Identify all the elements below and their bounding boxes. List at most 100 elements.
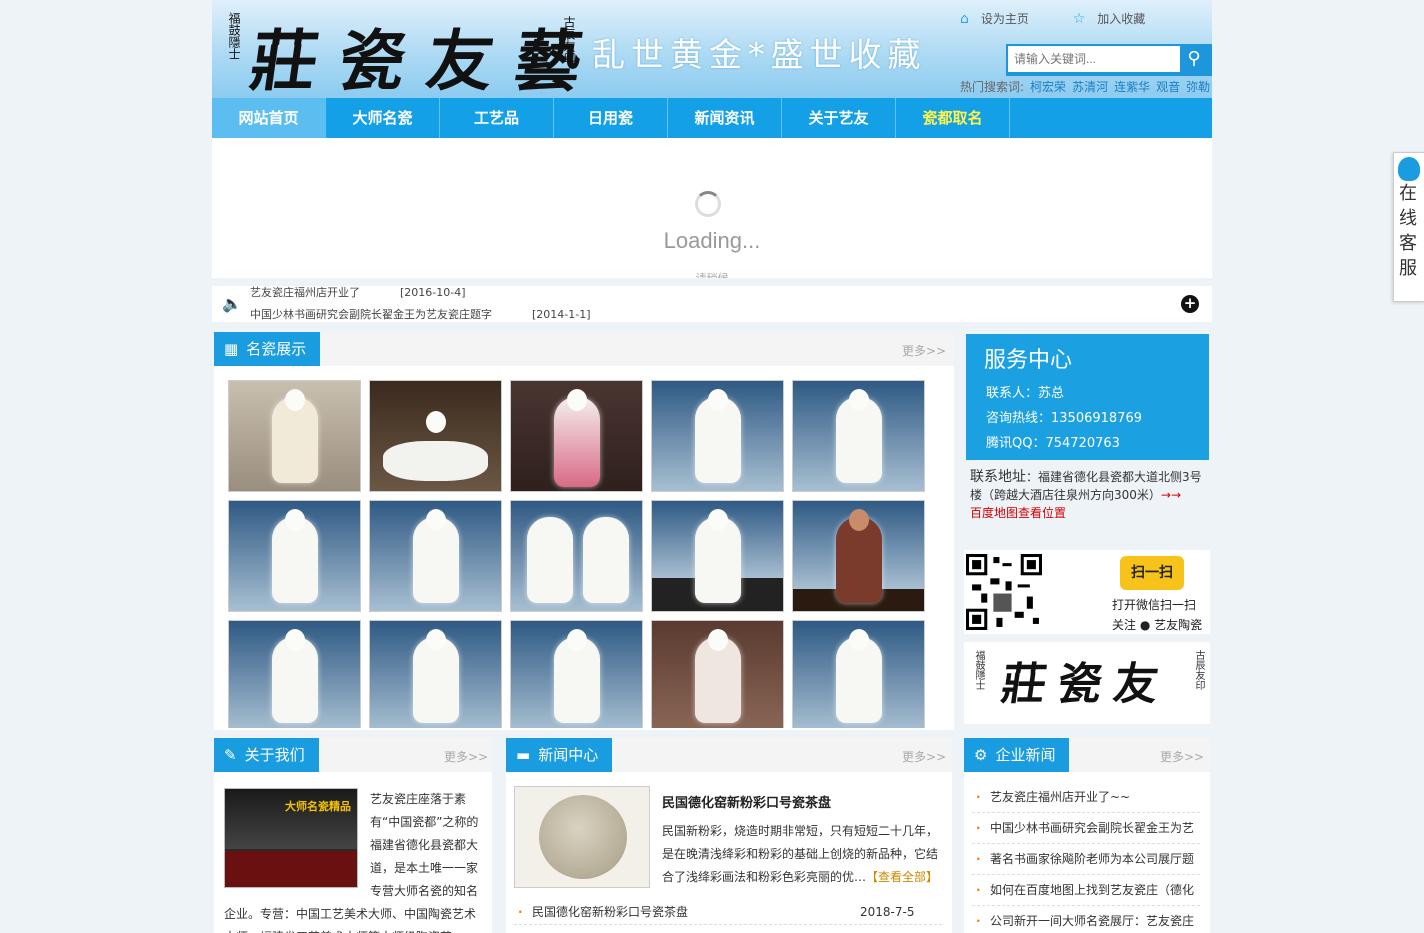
nav-news[interactable]: 新闻资讯 [668,98,782,138]
address-label: 联系地址 [970,469,1026,485]
hot-word[interactable]: 观音 [1156,80,1180,94]
gallery-thumb[interactable] [510,500,643,612]
gallery-thumb[interactable] [651,500,784,612]
calligraphy-logo-text: 莊瓷友藝 [989,659,1174,724]
logo-right-seal: 古辰友印 [1193,650,1204,690]
news-list: 民国德化窑新粉彩口号瓷茶盘 2018-7-5 [514,900,942,925]
loading-spinner-icon [695,191,721,217]
news-tab: ▬ 新闻中心 [506,738,613,772]
nav-crafts[interactable]: 工艺品 [440,98,554,138]
corp-news-list: 艺友瓷庄福州店开业了~~ 中国少林书画研究会副院长翟金王为艺 著名书画家徐飚阶老… [972,782,1200,933]
news-item-date: 2018-7-5 [860,905,915,919]
about-tab: ✎ 关于我们 [214,738,319,772]
notice-date: [2014-1-1] [532,308,591,321]
site-header: 福鼓隱士 莊瓷友藝 古辰友印 乱世黄金*盛世收藏 ⌂ 设为主页 ☆ 加入收藏 ⚲ 热… [212,0,1212,98]
list-item[interactable]: 中国少林书画研究会副院长翟金王为艺 [972,813,1200,844]
hot-word[interactable]: 苏清河 [1072,80,1108,94]
scan-follow: 关注 ● 艺友陶瓷 [1112,618,1203,632]
contact-address: 联系地址：福建省德化县瓷都大道北侧3号楼（跨越大酒店往泉州方向300米）→→ 百… [970,468,1210,522]
address-arrow: →→ [1160,488,1182,502]
notice-date: [2016-10-4] [400,286,466,299]
gallery-thumb[interactable] [510,380,643,492]
scan-badge: 扫一扫 [1120,556,1184,590]
notice-item[interactable]: 艺友瓷庄福州店开业了 [2016-10-4] [250,286,466,300]
list-item[interactable]: 如何在百度地图上找到艺友瓷庄（德化 [972,875,1200,906]
view-all-link[interactable]: 【查看全部】 [866,870,938,884]
gallery-thumb[interactable] [228,500,361,612]
gallery-thumb[interactable] [228,620,361,728]
search-icon: ⚲ [1187,48,1201,69]
search-input[interactable] [1008,46,1180,72]
speaker-icon: 🔈 [222,294,242,313]
search-button[interactable]: ⚲ [1176,44,1212,76]
gallery-thumb[interactable] [792,620,925,728]
corp-more-link[interactable]: 更多>> [1160,748,1204,765]
nav-master-porcelain[interactable]: 大师名瓷 [326,98,440,138]
gallery-thumb[interactable] [369,500,502,612]
gallery-more-link[interactable]: 更多>> [902,342,946,359]
gallery-thumb[interactable] [651,620,784,728]
corp-news-title: 企业新闻 [995,746,1056,764]
list-item[interactable]: 著名书画家徐飚阶老师为本公司展厅题 [972,844,1200,875]
scan-instruction: 打开微信扫一扫 [1112,598,1197,612]
about-more-link[interactable]: 更多>> [444,748,488,765]
hot-search-label: 热门搜索词: [960,80,1025,94]
expand-plus-icon[interactable]: + [1181,295,1199,313]
gallery-title: 名瓷展示 [246,340,307,358]
qq-penguin-icon [1398,157,1420,181]
nav-daily-porcelain[interactable]: 日用瓷 [554,98,668,138]
notice-item[interactable]: 中国少林书画研究会副院长翟金王为艺友瓷庄题字 [2014-1-1] [250,306,591,322]
service-contact: 联系人：苏总 [986,386,1065,401]
service-title: 服务中心 [984,348,1073,373]
news-headline[interactable]: 民国德化窑新粉彩口号瓷茶盘 [662,792,831,811]
pencil-icon: ✎ [224,746,237,764]
about-text-block: 大师名瓷精品 艺友瓷庄座落于素有“中国瓷都”之称的福建省德化县瓷都大道，是本土唯… [224,788,480,933]
main-nav: 网站首页 大师名瓷 工艺品 日用瓷 新闻资讯 关于艺友 瓷都取名 [212,98,1212,138]
gallery-thumb[interactable] [510,620,643,728]
nav-home[interactable]: 网站首页 [212,98,326,138]
gallery-grid [228,380,944,728]
hot-word[interactable]: 连紫华 [1114,80,1150,94]
gallery-thumb[interactable] [792,380,925,492]
news-title: 新闻中心 [538,746,599,764]
hot-word[interactable]: 柯宏荣 [1030,80,1066,94]
favorite-icon: ☆ [1072,11,1086,27]
wechat-qr: 扫一扫 打开微信扫一扫 关注 ● 艺友陶瓷 [964,550,1210,634]
slogan: 乱世黄金*盛世收藏 [592,35,927,74]
gallery-section: ▦ 名瓷展示 更多>> [214,332,954,730]
gallery-thumb[interactable] [651,380,784,492]
set-home-link[interactable]: 设为主页 [981,10,1029,27]
corp-news-tab: ⚙ 企业新闻 [964,738,1070,772]
news-description: 民国新粉彩，烧造时期非常短，只有短短二十几年，是在晚清浅绛彩和粉彩的基础上创烧的… [662,820,942,889]
list-item[interactable]: 民国德化窑新粉彩口号瓷茶盘 2018-7-5 [514,900,942,925]
folder-icon: ▬ [516,746,531,764]
loading-subtext: 请稍候 [212,270,1212,278]
gallery-thumb[interactable] [792,500,925,612]
add-favorite-link[interactable]: 加入收藏 [1097,10,1145,27]
logo-right-seal: 古辰友印 [562,16,576,64]
corp-news-section: ⚙ 企业新闻 更多>> 艺友瓷庄福州店开业了~~ 中国少林书画研究会副院长翟金王为… [964,738,1210,933]
hot-word[interactable]: 弥勒 [1186,80,1210,94]
gallery-thumb[interactable] [228,380,361,492]
news-thumbnail[interactable] [514,786,650,888]
news-more-link[interactable]: 更多>> [902,748,946,765]
gallery-thumb[interactable] [369,620,502,728]
online-service-float[interactable]: 在线客服 [1393,152,1424,302]
about-title: 关于我们 [244,746,305,764]
site-logo[interactable]: 莊瓷友藝 [245,8,610,98]
search-box: ⚲ [1006,44,1212,76]
map-link[interactable]: 百度地图查看位置 [970,506,1066,520]
list-item[interactable]: 公司新开一间大师名瓷展厅：艺友瓷庄 [972,906,1200,933]
gear-icon: ⚙ [974,746,988,764]
notice-title: 艺友瓷庄福州店开业了 [250,286,360,299]
nav-naming[interactable]: 瓷都取名 [896,98,1010,138]
list-item[interactable]: 艺友瓷庄福州店开业了~~ [972,782,1200,813]
loading-text: Loading... [663,228,761,253]
store-photo: 大师名瓷精品 [224,788,358,888]
gallery-thumb[interactable] [369,380,502,492]
news-section: ▬ 新闻中心 更多>> 民国德化窑新粉彩口号瓷茶盘 民国新粉彩，烧造时期非常短，只… [506,738,952,933]
top-links: ⌂ 设为主页 ☆ 加入收藏 [960,10,1145,27]
logo-left-seal: 福鼓隱士 [973,650,984,690]
nav-about[interactable]: 关于艺友 [782,98,896,138]
news-item-title: 民国德化窑新粉彩口号瓷茶盘 [532,905,689,919]
